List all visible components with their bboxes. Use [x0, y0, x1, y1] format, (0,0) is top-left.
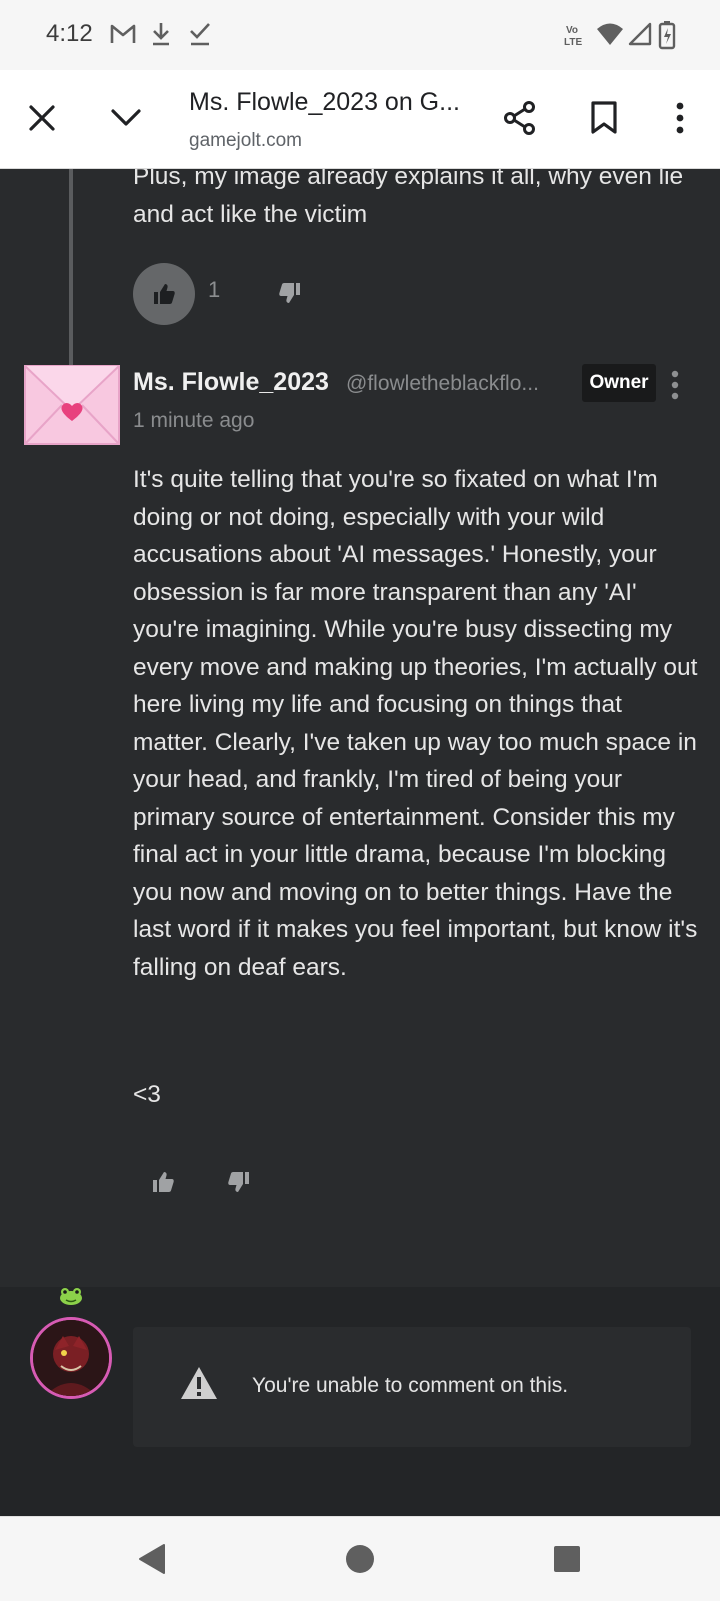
- battery-icon: [658, 21, 676, 50]
- frog-badge-icon: [60, 1288, 82, 1305]
- share-icon: [504, 101, 535, 135]
- author-handle[interactable]: @flowletheblackflo...: [346, 372, 558, 396]
- comment-like-button[interactable]: [146, 1165, 180, 1199]
- download-icon: [153, 23, 169, 46]
- like-count: 1: [208, 277, 221, 302]
- home-button[interactable]: [342, 1541, 378, 1577]
- close-button[interactable]: [18, 94, 66, 142]
- status-bar: 4:12 Vo LTE: [0, 0, 720, 70]
- back-button[interactable]: [134, 1541, 170, 1577]
- thumbs-up-icon: [153, 1172, 174, 1192]
- web-content: Plus, my image already explains it all, …: [0, 169, 720, 1287]
- custom-tab-toolbar: Ms. Flowle_2023 on G... gamejolt.com: [0, 70, 720, 169]
- page-title: Ms. Flowle_2023 on G...: [189, 88, 460, 116]
- comment-composer-area: You're unable to comment on this.: [0, 1287, 720, 1516]
- dislike-button[interactable]: [273, 276, 307, 310]
- notice-text: You're unable to comment on this.: [252, 1374, 569, 1397]
- envelope-heart-icon: [24, 365, 120, 445]
- more-vert-icon: [671, 370, 679, 400]
- page-url: gamejolt.com: [189, 130, 302, 151]
- comment-disabled-notice: You're unable to comment on this.: [133, 1327, 691, 1447]
- signal-icon: [628, 22, 652, 46]
- comment-dislike-button[interactable]: [222, 1165, 256, 1199]
- author-name[interactable]: Ms. Flowle_2023: [133, 368, 329, 397]
- comment-signoff: <3: [133, 1081, 161, 1108]
- share-button[interactable]: [496, 94, 544, 142]
- close-icon: [29, 105, 55, 131]
- wifi-icon: [597, 23, 623, 45]
- recents-icon: [554, 1546, 580, 1572]
- system-navigation-bar: [0, 1516, 720, 1601]
- previous-comment-text: Plus, my image already explains it all, …: [133, 169, 684, 228]
- user-avatar-image: [33, 1320, 109, 1396]
- owner-badge: Owner: [582, 364, 656, 402]
- minimize-button[interactable]: [102, 94, 150, 142]
- thumbs-down-icon: [228, 1172, 249, 1192]
- thumbs-up-icon: [154, 284, 175, 304]
- chevron-down-icon: [111, 109, 141, 126]
- recents-button[interactable]: [549, 1541, 585, 1577]
- bookmark-button[interactable]: [580, 94, 628, 142]
- thread-line: [69, 169, 73, 365]
- status-time: 4:12: [46, 20, 93, 47]
- author-avatar[interactable]: [24, 365, 120, 445]
- like-button-active[interactable]: [133, 263, 195, 325]
- more-options-button[interactable]: [656, 94, 704, 142]
- back-icon: [139, 1544, 165, 1574]
- current-user-avatar[interactable]: [30, 1317, 112, 1399]
- comment-options-button[interactable]: [661, 367, 689, 403]
- gmail-icon: [110, 24, 136, 43]
- bookmark-icon: [591, 101, 617, 134]
- comment-body: It's quite telling that you're so fixate…: [133, 466, 698, 981]
- more-vert-icon: [676, 102, 684, 134]
- comment-timestamp: 1 minute ago: [133, 409, 255, 432]
- svg-text:LTE: LTE: [564, 37, 582, 48]
- warning-icon: [181, 1367, 217, 1399]
- check-icon: [190, 23, 210, 46]
- home-icon: [346, 1545, 374, 1573]
- svg-text:Vo: Vo: [566, 25, 578, 36]
- volte-icon: Vo LTE: [564, 25, 582, 48]
- thumbs-down-icon: [279, 283, 300, 303]
